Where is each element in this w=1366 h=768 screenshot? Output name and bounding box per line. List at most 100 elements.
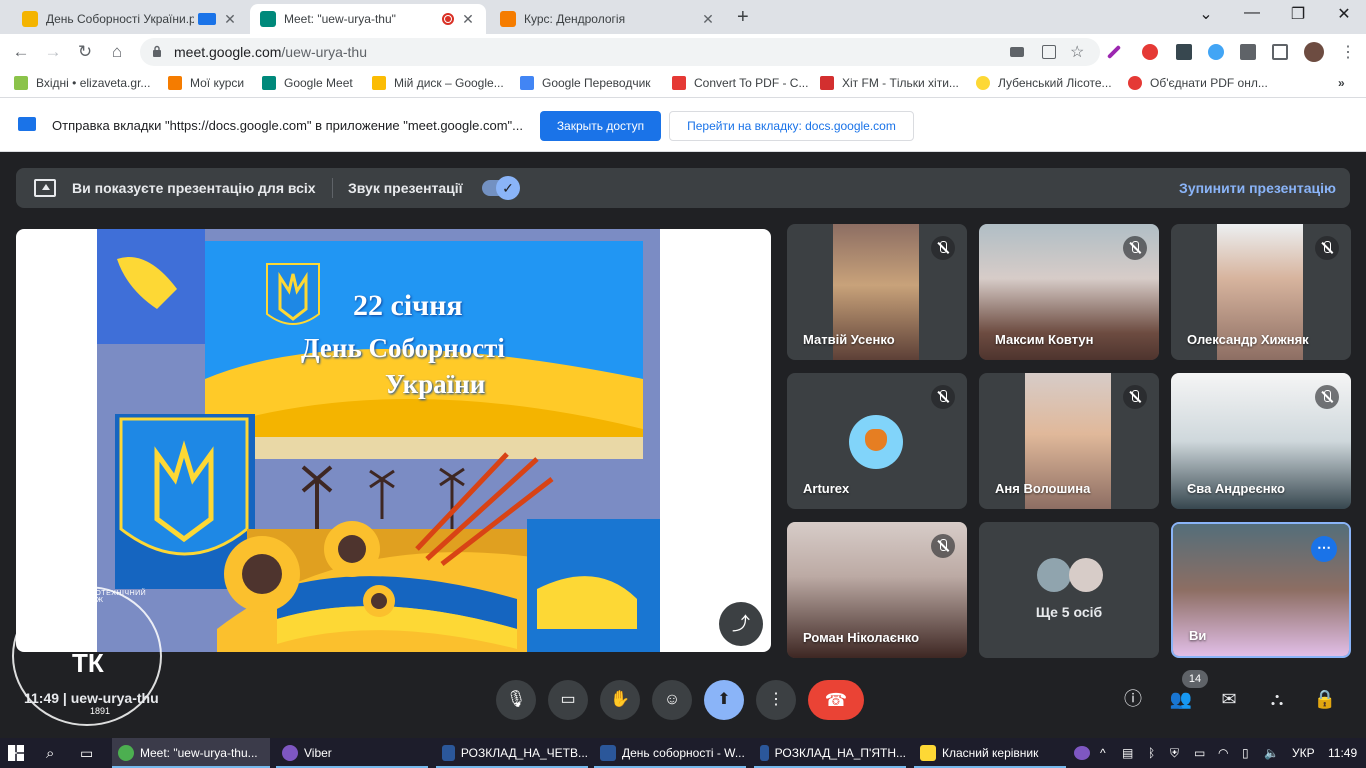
viber-tray-icon[interactable] <box>1074 746 1090 760</box>
system-clock[interactable]: 11:49 <box>1328 746 1357 760</box>
mic-off-icon <box>931 385 955 409</box>
close-icon[interactable]: ✕ <box>700 11 716 28</box>
participant-tile[interactable]: Аня Волошина <box>979 373 1159 509</box>
camera-button[interactable]: ▭ <box>548 680 588 720</box>
participant-tile[interactable]: Олександр Хижняк <box>1171 224 1351 360</box>
tab-title: Meet: "uew-urya-thu" <box>284 12 396 26</box>
bookmark-translate[interactable]: Google Переводчик <box>520 76 651 90</box>
taskbar-item-word-schedule-thu[interactable]: РОЗКЛАД_НА_ЧЕТВ... <box>436 738 588 768</box>
bookmark-label: Хіт FM - Тільки хіти... <box>842 76 959 90</box>
bookmark-label: Мій диск – Google... <box>394 76 504 90</box>
menu-kebab-icon[interactable]: ⋮ <box>1340 42 1356 62</box>
bookmark-google-meet[interactable]: Google Meet <box>262 76 353 90</box>
reactions-button[interactable]: ☺ <box>652 680 692 720</box>
bookmarks-more-button[interactable]: » <box>1338 76 1345 90</box>
bookmark-convert-pdf[interactable]: Convert To PDF - C... <box>672 76 808 90</box>
close-icon[interactable]: ✕ <box>460 11 476 28</box>
tab-search-icon[interactable]: ⌄ <box>1186 4 1226 24</box>
task-view-icon[interactable]: ▭ <box>80 738 100 768</box>
host-controls-icon[interactable]: 🔒 <box>1312 686 1338 712</box>
side-panel-icon[interactable] <box>1272 44 1288 60</box>
more-participants-tile[interactable]: Ще 5 осіб <box>979 522 1159 658</box>
forward-icon[interactable]: → <box>42 41 64 63</box>
translate-extension-icon[interactable] <box>1176 44 1192 60</box>
bookmark-gmail[interactable]: Вхідні • elizaveta.gr... <box>14 76 150 90</box>
stop-sharing-button[interactable]: Закрыть доступ <box>540 111 661 141</box>
camera-permission-icon[interactable] <box>1010 47 1024 57</box>
leave-call-button[interactable]: ☎ <box>808 680 864 720</box>
more-options-icon[interactable]: ⋯ <box>1311 536 1337 562</box>
pen-extension-icon[interactable] <box>1106 44 1122 60</box>
back-icon[interactable]: ← <box>10 41 32 63</box>
raise-hand-button[interactable]: ✋ <box>600 680 640 720</box>
url-path: /uew-urya-thu <box>281 44 367 60</box>
search-icon[interactable]: ⌕ <box>46 738 66 768</box>
moodle-icon <box>168 76 182 90</box>
tab-slides[interactable]: День Соборності України.р ✕ <box>12 4 248 34</box>
display-icon[interactable]: ▭ <box>1194 746 1205 760</box>
word-icon <box>760 745 769 761</box>
start-button[interactable] <box>8 738 34 768</box>
tab-meet[interactable]: Meet: "uew-urya-thu" ✕ <box>250 4 486 34</box>
address-bar[interactable]: meet.google.com/uew-urya-thu ☆ <box>140 38 1100 66</box>
meeting-details-icon[interactable]: ⓘ <box>1120 686 1146 712</box>
reload-icon[interactable]: ↻ <box>74 41 96 63</box>
language-indicator[interactable]: УКР <box>1292 746 1315 760</box>
presenting-status: Ви показуєте презентацію для всіх <box>72 180 316 196</box>
bookmark-my-courses[interactable]: Мої курси <box>168 76 244 90</box>
bookmark-star-icon[interactable]: ☆ <box>1070 42 1084 62</box>
extension-blue-icon[interactable] <box>1208 44 1224 60</box>
college-icon <box>976 76 990 90</box>
stop-presenting-button[interactable]: Зупинити презентацію <box>1179 180 1336 196</box>
more-options-button[interactable]: ⋮ <box>756 680 796 720</box>
tab-course[interactable]: Курс: Дендрологія ✕ <box>490 4 726 34</box>
people-icon[interactable]: 👥 <box>1168 686 1194 712</box>
minimize-button[interactable]: — <box>1232 4 1272 22</box>
participant-tile[interactable]: Єва Андреєнко <box>1171 373 1351 509</box>
maximize-button[interactable]: ❐ <box>1278 4 1318 24</box>
switch-to-tab-button[interactable]: Перейти на вкладку: docs.google.com <box>669 111 914 141</box>
battery-icon[interactable]: ▯ <box>1242 746 1249 760</box>
participant-tile[interactable]: Роман Ніколаєнко <box>787 522 967 658</box>
bookmark-college[interactable]: Лубенський Лісоте... <box>976 76 1112 90</box>
share-icon[interactable]: ⤴ <box>719 602 763 646</box>
close-window-button[interactable]: ✕ <box>1324 4 1364 24</box>
taskbar-item-folder[interactable]: Класний керівник <box>914 738 1066 768</box>
wifi-icon[interactable]: ◠ <box>1218 746 1228 760</box>
bluetooth-icon[interactable]: ᛒ <box>1148 746 1155 760</box>
security-shield-icon[interactable]: ⛨ <box>1170 746 1179 761</box>
slides-icon <box>22 11 38 27</box>
share-page-icon[interactable] <box>1042 45 1056 59</box>
taskbar-item-viber[interactable]: Viber <box>276 738 428 768</box>
taskbar-item-word-unity-day[interactable]: День соборності - W... <box>594 738 746 768</box>
activities-icon[interactable]: ⛬ <box>1264 686 1290 712</box>
home-icon[interactable]: ⌂ <box>106 41 128 63</box>
volume-icon[interactable]: 🔈 <box>1264 746 1279 760</box>
slide-title-country: України <box>385 369 486 399</box>
infobar-message: Отправка вкладки "https://docs.google.co… <box>52 118 523 133</box>
bookmark-google-drive[interactable]: Мій диск – Google... <box>372 76 504 90</box>
microphone-button[interactable]: 🎙 <box>496 680 536 720</box>
bookmark-hit-fm[interactable]: Хіт FM - Тільки хіти... <box>820 76 959 90</box>
close-icon[interactable]: ✕ <box>222 11 238 28</box>
network-tray-icon[interactable]: ▤ <box>1122 746 1133 760</box>
participant-tile[interactable]: Arturex <box>787 373 967 509</box>
taskbar-item-word-schedule-fri[interactable]: РОЗКЛАД_НА_П'ЯТН... <box>754 738 906 768</box>
self-view-tile[interactable]: ⋯ Ви <box>1171 522 1351 658</box>
recording-icon <box>442 13 454 25</box>
bookmark-merge-pdf[interactable]: Об'єднати PDF онл... <box>1128 76 1268 90</box>
participant-tile[interactable]: Матвій Усенко <box>787 224 967 360</box>
extensions-puzzle-icon[interactable] <box>1240 44 1256 60</box>
participant-tile[interactable]: Максим Ковтун <box>979 224 1159 360</box>
taskbar-item-chrome[interactable]: Meet: "uew-urya-thu... <box>112 738 270 768</box>
folder-icon <box>920 745 936 761</box>
tray-chevron-icon[interactable]: ^ <box>1100 746 1106 760</box>
adblock-icon[interactable] <box>1142 44 1158 60</box>
chat-icon[interactable]: ✉ <box>1216 686 1242 712</box>
bookmark-label: Лубенський Лісоте... <box>998 76 1112 90</box>
taskbar-label: Meet: "uew-urya-thu... <box>140 746 258 760</box>
new-tab-button[interactable]: + <box>737 6 749 29</box>
hangup-icon: ☎ <box>824 690 848 710</box>
present-button[interactable]: ⬆ <box>704 680 744 720</box>
profile-avatar[interactable] <box>1304 42 1324 62</box>
